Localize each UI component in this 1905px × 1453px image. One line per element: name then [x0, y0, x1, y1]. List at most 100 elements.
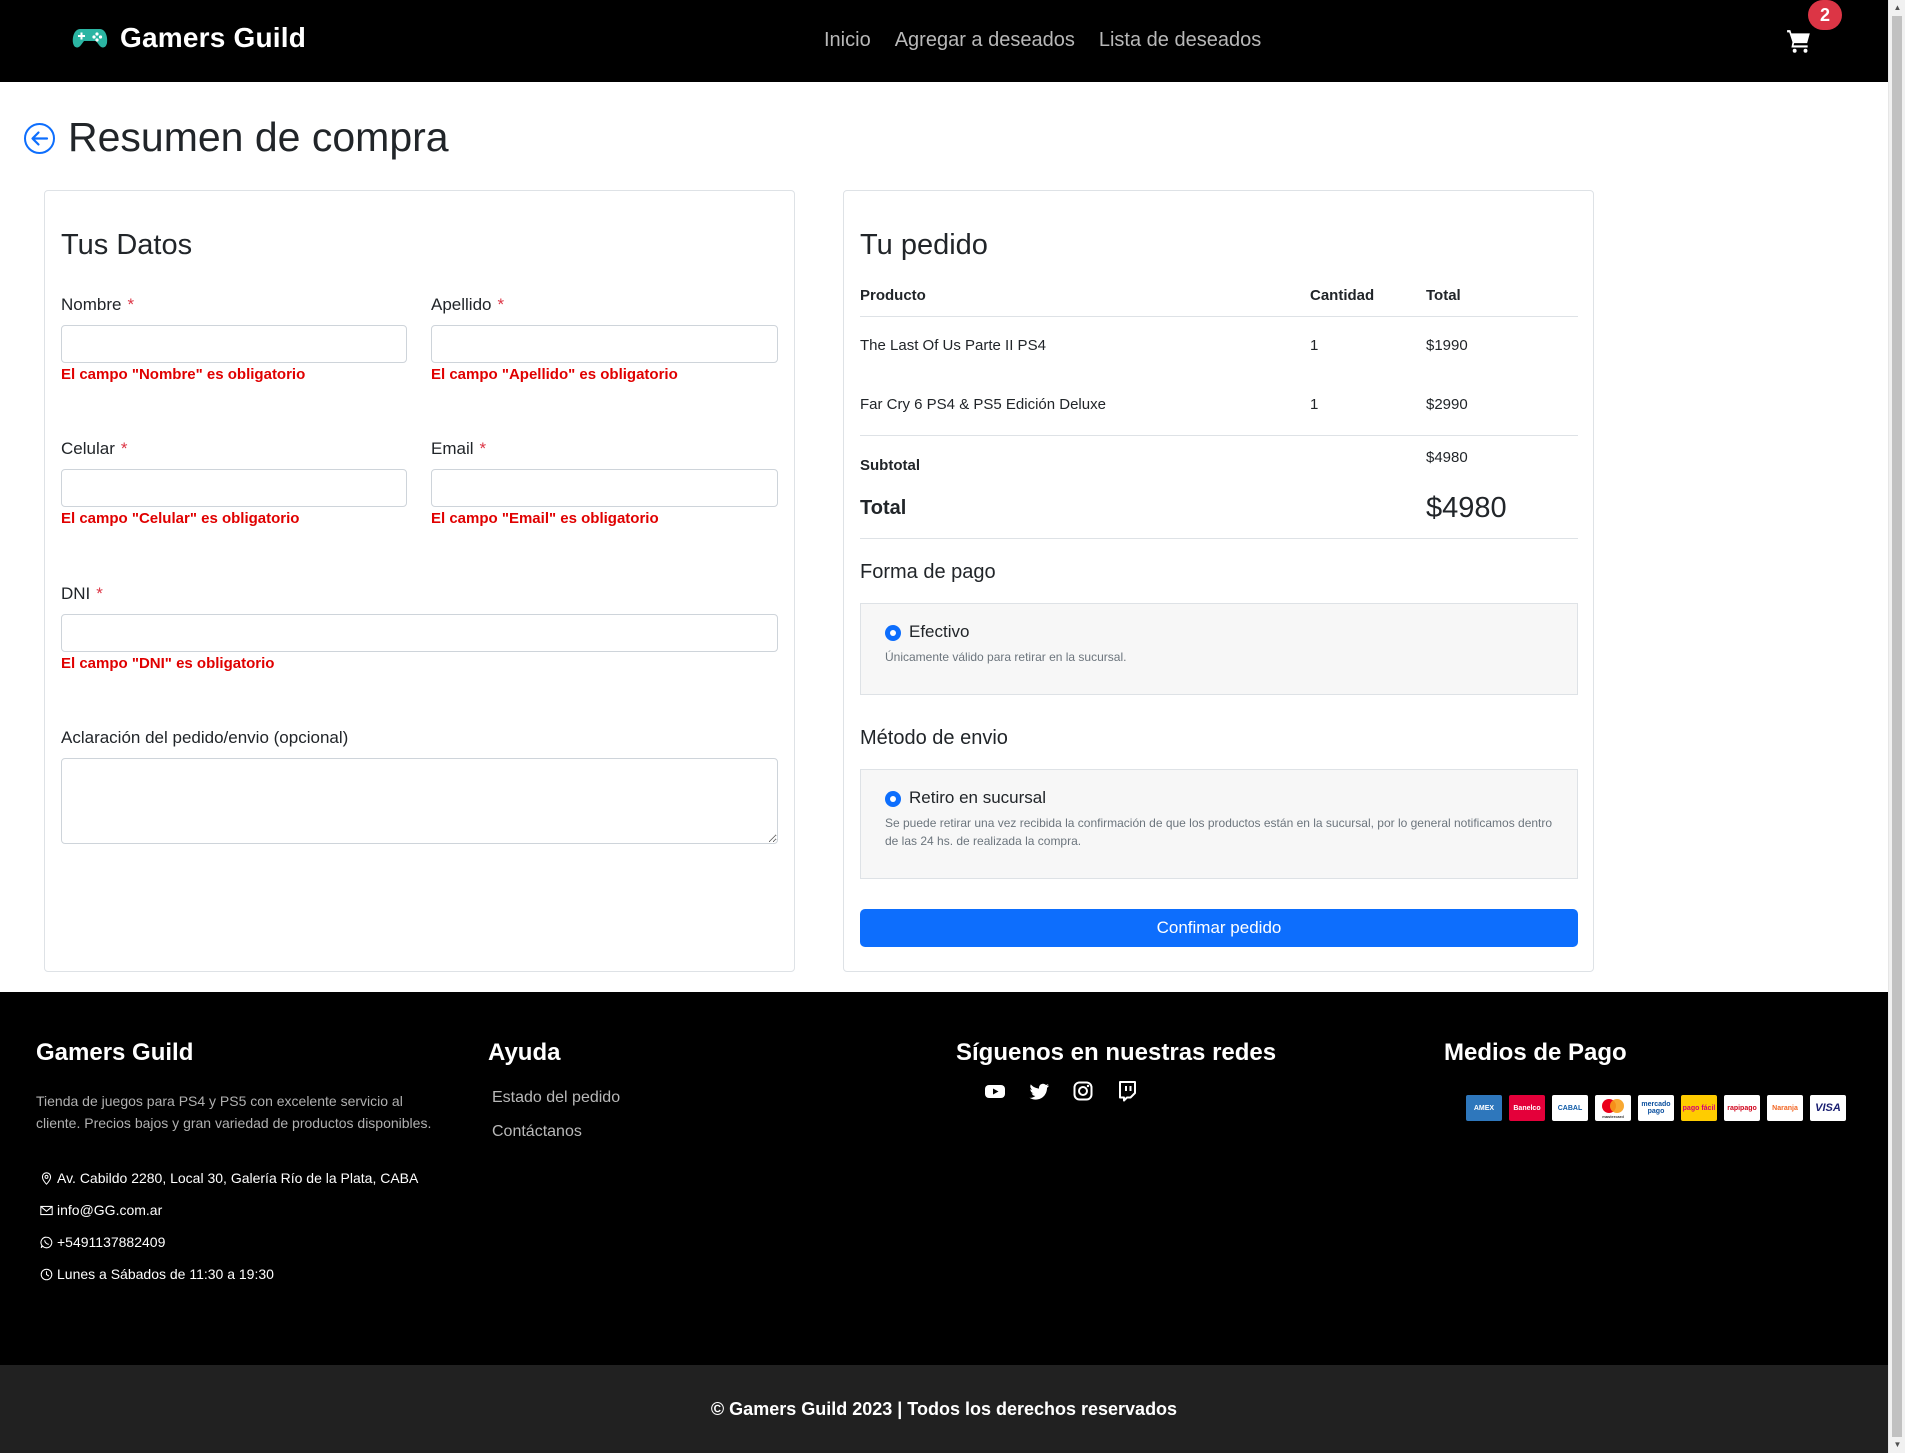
- table-divider: [860, 435, 1578, 436]
- email-error: El campo "Email" es obligatorio: [431, 510, 659, 527]
- footer-email-text: info@GG.com.ar: [57, 1202, 163, 1218]
- dni-label-text: DNI: [61, 584, 91, 603]
- shipping-option-box[interactable]: Retiro en sucursal Se puede retirar una …: [860, 769, 1578, 879]
- footer-social-title: Síguenos en nuestras redes: [956, 1039, 1277, 1066]
- naranja-logo: Naranja: [1767, 1095, 1803, 1121]
- apellido-input[interactable]: [431, 325, 778, 363]
- help-link-contact[interactable]: Contáctanos: [492, 1123, 582, 1141]
- apellido-label-text: Apellido: [431, 295, 492, 314]
- dni-error: El campo "DNI" es obligatorio: [61, 655, 275, 672]
- mastercard-wordmark: mastercard: [1602, 1114, 1624, 1119]
- item-qty: 1: [1310, 337, 1319, 354]
- twitter-icon[interactable]: [1028, 1080, 1050, 1102]
- instagram-icon[interactable]: [1072, 1080, 1094, 1102]
- item-qty: 1: [1310, 396, 1319, 413]
- clock-icon: [40, 1268, 53, 1280]
- page-scrollbar[interactable]: ▲ ▼: [1888, 0, 1905, 1453]
- footer-payment-title: Medios de Pago: [1444, 1039, 1627, 1066]
- help-link-order-status[interactable]: Estado del pedido: [492, 1089, 620, 1107]
- footer-hours: Lunes a Sábados de 11:30 a 19:30: [40, 1266, 274, 1282]
- nombre-label: Nombre *: [61, 295, 134, 315]
- item-product: Far Cry 6 PS4 & PS5 Edición Deluxe: [860, 396, 1106, 413]
- cabal-logo: CABAL: [1552, 1095, 1588, 1121]
- page-title: Resumen de compra: [68, 114, 449, 160]
- footer-email[interactable]: info@GG.com.ar: [40, 1202, 162, 1218]
- scroll-up-arrow-icon[interactable]: ▲: [1889, 0, 1905, 16]
- footer-about-title: Gamers Guild: [36, 1039, 194, 1066]
- apellido-error: El campo "Apellido" es obligatorio: [431, 366, 678, 383]
- celular-error: El campo "Celular" es obligatorio: [61, 510, 300, 527]
- nav-link-inicio[interactable]: Inicio: [824, 29, 871, 52]
- navbar: Gamers Guild Inicio Agregar a deseados L…: [0, 0, 1888, 82]
- banelco-logo: Banelco: [1509, 1095, 1545, 1121]
- nombre-label-text: Nombre: [61, 295, 122, 314]
- page: Gamers Guild Inicio Agregar a deseados L…: [0, 0, 1888, 1453]
- footer-phone[interactable]: +5491137882409: [40, 1234, 165, 1250]
- order-card: Tu pedido Producto Cantidad Total The La…: [843, 190, 1594, 972]
- shipping-option-label: Retiro en sucursal: [909, 788, 1047, 807]
- confirm-order-button[interactable]: Confimar pedido: [860, 909, 1578, 947]
- item-total: $2990: [1426, 396, 1468, 413]
- footer-hours-text: Lunes a Sábados de 11:30 a 19:30: [57, 1266, 274, 1282]
- dni-input[interactable]: [61, 614, 778, 652]
- mercadopago-logo: mercado pago: [1638, 1095, 1674, 1121]
- cart-icon[interactable]: [1786, 28, 1812, 54]
- total-label: Total: [860, 497, 907, 519]
- payment-option-box[interactable]: Efectivo Únicamente válido para retirar …: [860, 603, 1578, 695]
- required-mark: *: [120, 439, 128, 458]
- nav-link-agregar-deseados[interactable]: Agregar a deseados: [895, 29, 1075, 52]
- payment-title: Forma de pago: [860, 561, 996, 583]
- mastercard-circles-icon: mastercard: [1602, 1099, 1624, 1119]
- customer-data-card: Tus Datos Nombre * El campo "Nombre" es o…: [44, 190, 795, 972]
- copyright-bar: © Gamers Guild 2023 | Todos los derechos…: [0, 1365, 1888, 1453]
- envelope-icon: [40, 1205, 53, 1215]
- brand-link[interactable]: Gamers Guild: [72, 22, 306, 54]
- pagofacil-logo: pago fácil: [1681, 1095, 1717, 1121]
- gamepad-icon: [72, 29, 108, 48]
- item-product: The Last Of Us Parte II PS4: [860, 337, 1046, 354]
- copyright-text: © Gamers Guild 2023 | Todos los derechos…: [710, 1399, 1178, 1419]
- required-mark: *: [479, 439, 487, 458]
- footer: Gamers Guild Tienda de juegos para PS4 y…: [0, 992, 1888, 1365]
- order-title: Tu pedido: [860, 229, 988, 261]
- required-mark: *: [96, 584, 103, 603]
- footer-help-title: Ayuda: [488, 1039, 561, 1066]
- required-mark: *: [127, 295, 135, 314]
- scroll-down-arrow-icon[interactable]: ▼: [1889, 1437, 1905, 1453]
- twitch-icon[interactable]: [1116, 1080, 1138, 1102]
- footer-address-text: Av. Cabildo 2280, Local 30, Galería Río …: [57, 1170, 419, 1186]
- column-header-total: Total: [1426, 287, 1461, 304]
- email-label-text: Email: [431, 439, 474, 458]
- amex-logo: AMEX: [1466, 1095, 1502, 1121]
- shipping-title: Método de envio: [860, 727, 1008, 749]
- visa-logo: VISA: [1810, 1095, 1846, 1121]
- nav-link-lista-deseados[interactable]: Lista de deseados: [1099, 29, 1261, 52]
- subtotal-label: Subtotal: [860, 457, 920, 474]
- back-arrow-icon[interactable]: [23, 122, 56, 155]
- mastercard-logo: mastercard: [1595, 1095, 1631, 1121]
- cart-count-badge: 2: [1808, 0, 1842, 30]
- celular-label-text: Celular: [61, 439, 115, 458]
- total-value: $4980: [1426, 492, 1507, 524]
- email-input[interactable]: [431, 469, 778, 507]
- table-divider: [860, 538, 1578, 539]
- aclaracion-textarea[interactable]: [61, 758, 778, 844]
- subtotal-value: $4980: [1426, 449, 1468, 466]
- dni-label: DNI *: [61, 584, 103, 604]
- map-pin-icon: [41, 1171, 52, 1185]
- youtube-icon[interactable]: [984, 1080, 1006, 1102]
- customer-data-title: Tus Datos: [61, 229, 193, 261]
- payment-radio[interactable]: [885, 625, 901, 641]
- scrollbar-thumb[interactable]: [1892, 16, 1902, 1437]
- main-nav: Inicio Agregar a deseados Lista de desea…: [824, 29, 1261, 52]
- column-header-cantidad: Cantidad: [1310, 287, 1375, 304]
- shipping-radio[interactable]: [885, 791, 901, 807]
- nombre-input[interactable]: [61, 325, 407, 363]
- payment-option-label: Efectivo: [909, 622, 970, 641]
- aclaracion-label: Aclaración del pedido/envio (opcional): [61, 728, 349, 747]
- celular-input[interactable]: [61, 469, 407, 507]
- required-mark: *: [497, 295, 505, 314]
- footer-address: Av. Cabildo 2280, Local 30, Galería Río …: [40, 1170, 418, 1186]
- whatsapp-icon: [40, 1236, 53, 1248]
- shipping-option-desc: Se puede retirar una vez recibida la con…: [885, 816, 1553, 848]
